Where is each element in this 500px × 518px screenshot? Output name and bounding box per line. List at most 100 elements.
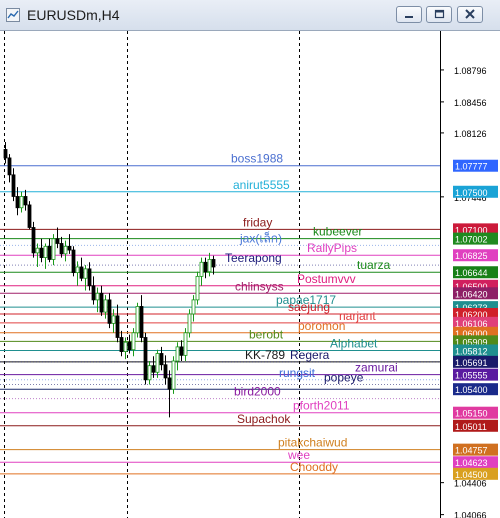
candle-body [39, 247, 44, 258]
candle-body [83, 268, 88, 279]
candle-body [147, 365, 152, 381]
level-label[interactable]: rungsit [279, 366, 316, 380]
candle-body [187, 313, 192, 334]
candle-body [119, 337, 124, 352]
candle-body [115, 315, 120, 338]
price-badge-label: 1.05555 [455, 371, 488, 381]
level-label[interactable]: popeye [324, 370, 364, 384]
candle-body [75, 266, 80, 274]
candle-body [163, 364, 168, 379]
candle-body [19, 196, 24, 209]
candle-body [183, 332, 188, 356]
price-badge-label: 1.05011 [455, 422, 487, 432]
close-icon [465, 9, 475, 19]
price-badge-label: 1.07777 [455, 162, 488, 172]
price-badge-label: 1.04757 [455, 446, 488, 456]
candle-body [87, 268, 92, 287]
level-label[interactable]: anirut5555 [233, 178, 290, 192]
candle-body [211, 259, 216, 268]
candle-body [179, 346, 184, 356]
level-label[interactable]: poromon [298, 319, 345, 333]
candle-body [191, 299, 196, 315]
level-label[interactable]: saejung [288, 300, 330, 314]
level-label[interactable]: chlinsyss [235, 279, 284, 293]
level-label[interactable]: pforth2011 [293, 399, 350, 413]
level-label[interactable]: Regera [290, 348, 330, 362]
candle-body [111, 315, 116, 324]
candle-body [11, 174, 16, 197]
candle-body [131, 332, 136, 351]
candle-body [55, 238, 60, 244]
level-label[interactable]: tuarza [357, 258, 391, 272]
candle-body [23, 196, 28, 206]
level-label[interactable]: Postumvvv [297, 272, 356, 286]
chart-window-icon [6, 8, 20, 22]
candle-body [203, 261, 208, 273]
price-badge-label: 1.05150 [455, 409, 488, 419]
price-badge-label: 1.07002 [455, 235, 488, 245]
y-tick-label: 1.08456 [454, 98, 487, 108]
candle-body [43, 245, 48, 258]
price-badge-label: 1.07500 [455, 188, 488, 198]
level-label[interactable]: jax(เล็ก) [239, 230, 282, 245]
candle-body [31, 227, 36, 254]
candle-body [67, 245, 72, 251]
candle-body [199, 261, 204, 277]
restore-icon [434, 9, 445, 19]
restore-button[interactable] [426, 6, 452, 23]
candle-body [35, 247, 40, 254]
candle-body [175, 346, 180, 362]
price-badge-label: 1.04623 [455, 458, 488, 468]
chart-window: EURUSDm,H4 1.08796 1.08456 1.08126 1.07446 1… [0, 0, 500, 518]
candle-body [143, 337, 148, 381]
candle-body [15, 196, 20, 209]
candle-body [139, 306, 144, 338]
price-badge-label: 1.05400 [455, 385, 488, 395]
level-label[interactable]: bird2000 [234, 385, 281, 399]
close-button[interactable] [457, 6, 483, 23]
candle-body [135, 306, 140, 334]
y-tick-label: 1.04406 [454, 479, 487, 489]
candle-body [71, 249, 76, 274]
price-badge-label: 1.06825 [455, 251, 488, 261]
candle-body [3, 149, 8, 159]
chart-area[interactable]: 1.08796 1.08456 1.08126 1.07446 1.04406 1.040… [0, 31, 500, 518]
level-label[interactable]: RallyPips [307, 241, 357, 255]
candle-body [207, 259, 212, 273]
candle-body [99, 292, 104, 313]
candle-body [63, 245, 68, 255]
candle-body [107, 299, 112, 324]
candle-body [91, 285, 96, 301]
level-label[interactable]: Alphabet [330, 336, 378, 350]
level-label[interactable]: KK-789 [245, 348, 285, 362]
price-badge-label: 1.06644 [455, 268, 488, 278]
price-chart[interactable]: 1.087961.084561.081261.074461.044061.040… [0, 31, 500, 518]
candle-body [59, 243, 64, 255]
level-label[interactable]: Supachok [237, 412, 291, 426]
level-label[interactable]: Chooddy [290, 460, 338, 474]
candle-body [155, 353, 160, 373]
level-label[interactable]: berobt [249, 327, 284, 341]
level-label[interactable]: boss1988 [231, 152, 283, 166]
window-title: EURUSDm,H4 [27, 7, 120, 23]
price-badge-label: 1.06420 [455, 289, 488, 299]
candle-body [103, 299, 108, 313]
level-label[interactable]: Teerapong [225, 251, 282, 265]
price-badge-label: 1.04500 [455, 470, 488, 480]
y-tick-label: 1.08796 [454, 66, 487, 76]
price-badge-label: 1.05691 [455, 358, 488, 368]
candle-body [151, 365, 156, 373]
candle-body [171, 360, 176, 390]
level-label[interactable]: kubeever [313, 225, 362, 239]
candle-body [79, 266, 84, 279]
y-tick-label: 1.04066 [454, 511, 487, 518]
candle-body [167, 377, 172, 390]
candle-body [123, 341, 128, 352]
level-label[interactable]: friday [243, 215, 272, 229]
candle-body [195, 275, 200, 301]
title-bar[interactable]: EURUSDm,H4 [0, 0, 500, 31]
candle-body [159, 353, 164, 366]
candle-body [27, 204, 32, 228]
minimize-button[interactable] [396, 6, 422, 23]
price-badge-label: 1.05812 [455, 346, 488, 356]
